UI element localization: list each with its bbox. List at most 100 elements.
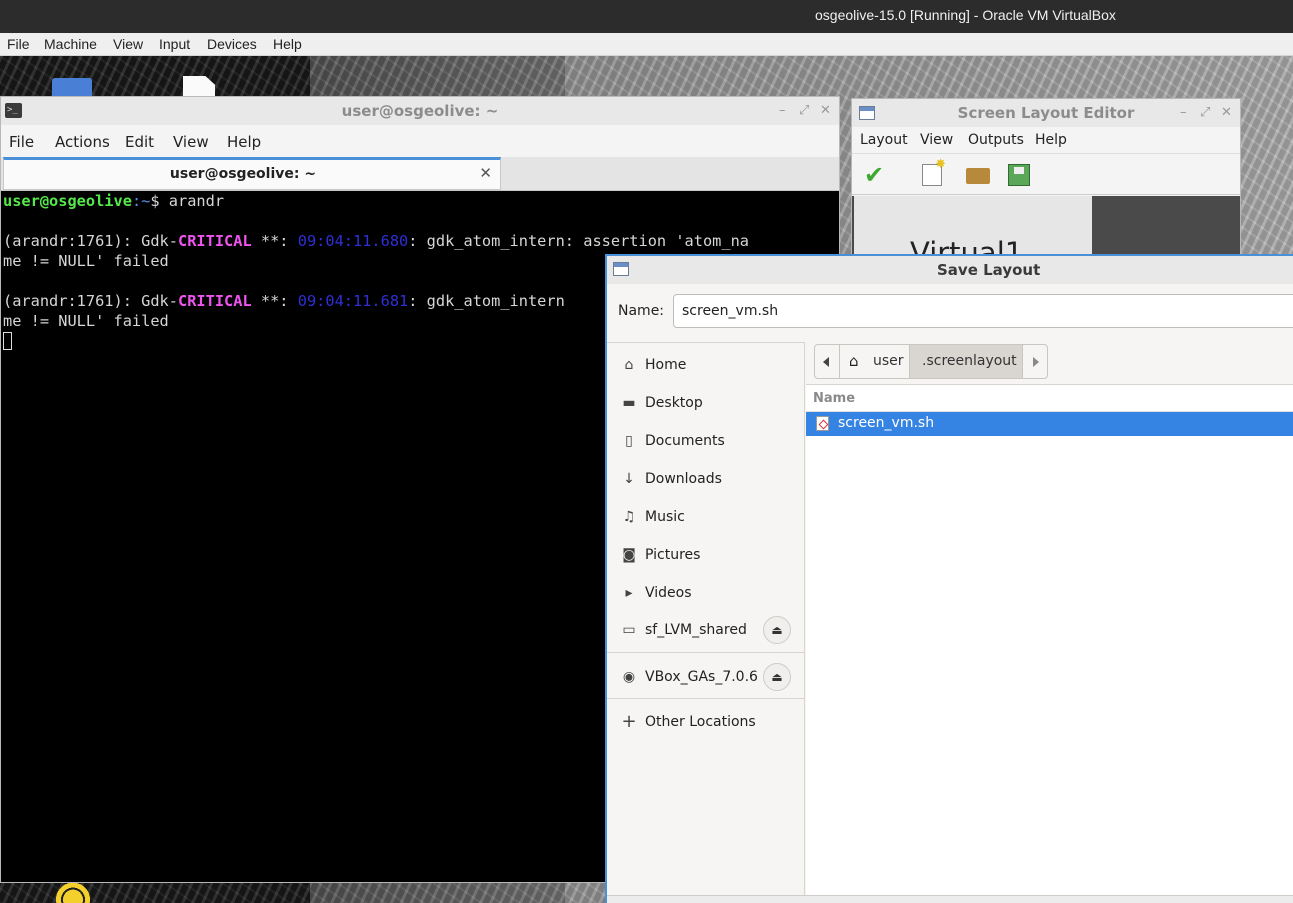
terminal-cursor [3,332,12,350]
path-label: .screenlayout [922,353,1017,369]
close-icon[interactable]: ✕ [1221,105,1232,120]
error-line: (arandr:1761): Gdk-CRITICAL **: 09:04:11… [3,231,749,251]
terminal-titlebar[interactable]: >_ user@osgeolive: ~ – ⤢ ✕ [1,97,839,125]
desktop-file-icon[interactable] [183,76,215,98]
place-desktop[interactable]: ▬ Desktop [607,385,804,423]
save-dialog-title: Save Layout [937,261,1041,279]
place-music[interactable]: ♫ Music [607,499,804,537]
layout-editor-titlebar[interactable]: Screen Layout Editor – ⤢ ✕ [852,99,1240,127]
new-layout-icon[interactable] [922,157,946,186]
download-icon: ↓ [623,471,635,487]
layout-menu-view[interactable]: View [920,132,953,148]
place-home[interactable]: ⌂ Home [607,347,804,385]
place-other-locations[interactable]: + Other Locations [607,704,804,742]
vm-menu-machine[interactable]: Machine [44,36,97,52]
place-label: Desktop [645,395,703,411]
video-icon: ▸ [625,585,633,601]
place-label: Pictures [645,547,701,563]
places-separator [607,652,804,653]
path-forward-icon[interactable] [1022,344,1048,379]
column-header-name[interactable]: Name [813,391,855,406]
terminal-menu-file[interactable]: File [9,133,34,151]
camera-icon: ◙ [622,547,636,563]
file-name: screen_vm.sh [838,415,935,431]
terminal-menu-help[interactable]: Help [227,133,261,151]
open-folder-icon[interactable] [966,168,990,184]
save-dialog-titlebar[interactable]: Save Layout [607,256,1293,284]
place-label: VBox_GAs_7.0.6 [645,669,758,685]
drive-icon: ▭ [622,622,636,638]
close-icon[interactable]: ✕ [820,103,831,118]
places-sidebar: ⌂ Home ▬ Desktop ▯ Documents ↓ Downloads… [607,342,805,903]
error-message: : gdk_atom_intern [408,292,565,310]
terminal-tab[interactable]: user@osgeolive: ~ ✕ [3,157,501,190]
place-label: Other Locations [645,714,756,730]
path-segment-screenlayout[interactable]: .screenlayout [909,344,1023,379]
maximize-icon[interactable]: ⤢ [1200,105,1210,120]
place-documents[interactable]: ▯ Documents [607,423,804,461]
place-label: Music [645,509,685,525]
place-label: Downloads [645,471,722,487]
vm-window-title: osgeolive-15.0 [Running] - Oracle VM Vir… [815,7,1116,23]
place-downloads[interactable]: ↓ Downloads [607,461,804,499]
layout-menu-outputs[interactable]: Outputs [968,132,1024,148]
place-vbox-gas[interactable]: ◉ VBox_GAs_7.0.6 ⏏ [607,655,804,699]
prompt-line: user@osgeolive:~$ arandr [3,191,224,211]
vm-menu-help[interactable]: Help [273,36,302,52]
place-pictures[interactable]: ◙ Pictures [607,537,804,575]
disc-icon: ◉ [622,669,636,685]
error-time: 09:04:11.681 [297,292,409,310]
terminal-menu-view[interactable]: View [173,133,209,151]
vm-menubar: File Machine View Input Devices Help [0,33,1293,56]
window-icon [613,262,629,276]
eject-icon[interactable]: ⏏ [763,616,791,644]
maximize-icon[interactable]: ⤢ [799,103,809,118]
file-row[interactable]: screen_vm.sh [806,412,1293,436]
osgeo-logo-icon [52,882,94,903]
apply-check-icon[interactable]: ✔ [864,162,890,188]
layout-menu-layout[interactable]: Layout [860,132,908,148]
prompt-symbol: $ [150,192,169,210]
terminal-title: user@osgeolive: ~ [341,102,499,120]
terminal-tab-label: user@osgeolive: ~ [169,166,317,182]
terminal-menubar: File Actions Edit View Help [1,125,839,157]
error-prefix: (arandr:1761): Gdk- [3,292,178,310]
prompt-command: arandr [168,192,225,210]
file-list[interactable]: Name screen_vm.sh [806,384,1293,903]
vm-menu-devices[interactable]: Devices [207,36,257,52]
path-segment-user[interactable]: ⌂ user [839,344,910,379]
home-icon: ⌂ [849,352,859,370]
path-back-icon[interactable] [814,344,840,379]
place-label: Videos [645,585,692,601]
terminal-menu-edit[interactable]: Edit [125,133,154,151]
error-message: : gdk_atom_intern: assertion 'atom_na [408,232,750,250]
save-layout-icon[interactable] [1008,164,1030,186]
eject-icon[interactable]: ⏏ [763,663,791,691]
document-icon: ▯ [625,433,633,449]
folder-icon: ▬ [622,395,636,411]
prompt-user: user@osgeolive [3,192,132,210]
error-separator: **: [251,292,298,310]
vm-menu-input[interactable]: Input [159,36,190,52]
error-line-wrap: me != NULL' failed [3,252,169,270]
tab-close-icon[interactable]: ✕ [479,164,492,182]
minimize-icon[interactable]: – [1180,105,1187,120]
error-line: (arandr:1761): Gdk-CRITICAL **: 09:04:11… [3,291,565,311]
error-separator: **: [251,232,298,250]
place-label: Documents [645,433,725,449]
layout-editor-menubar: Layout View Outputs Help [852,127,1240,153]
path-label: user [873,353,904,369]
minimize-icon[interactable]: – [779,103,786,118]
vm-menu-file[interactable]: File [7,36,30,52]
name-label: Name: [618,303,665,319]
screen-layout-editor-window: Screen Layout Editor – ⤢ ✕ Layout View O… [851,98,1241,268]
music-icon: ♫ [622,509,636,525]
place-label: Home [645,357,687,373]
vm-menu-view[interactable]: View [113,36,143,52]
filename-input[interactable] [673,294,1293,328]
place-sf-lvm-shared[interactable]: ▭ sf_LVM_shared ⏏ [607,608,804,652]
layout-menu-help[interactable]: Help [1035,132,1067,148]
place-label: sf_LVM_shared [645,622,747,638]
desktop-folder-icon[interactable] [52,78,92,98]
terminal-menu-actions[interactable]: Actions [55,133,110,151]
